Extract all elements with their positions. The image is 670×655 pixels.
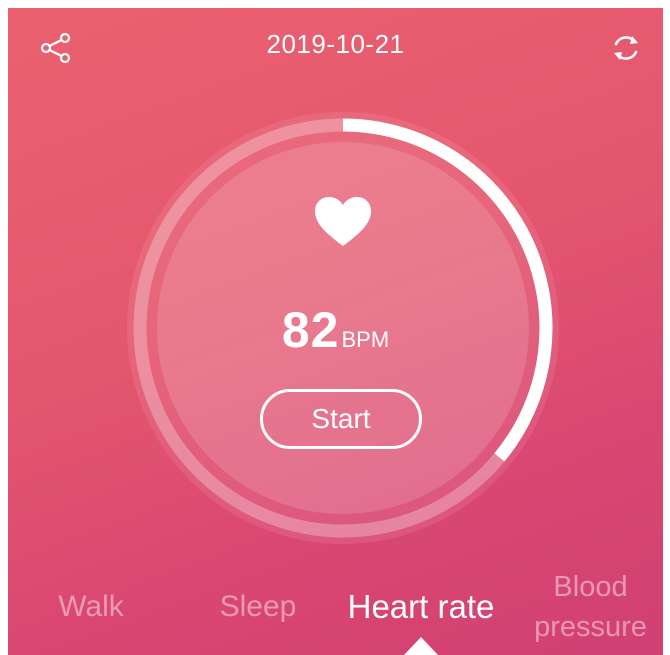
heart-icon — [315, 197, 371, 246]
refresh-icon[interactable] — [608, 30, 644, 66]
tab-sleep[interactable]: Sleep — [208, 590, 308, 624]
top-bar: 2019-10-21 — [8, 8, 663, 78]
tab-heart-rate[interactable]: Heart rate — [333, 588, 509, 626]
tab-blood-pressure-line2: pressure — [534, 611, 647, 643]
bpm-readout: 82BPM — [8, 301, 663, 359]
bpm-value: 82 — [281, 302, 340, 358]
start-button[interactable]: Start — [260, 389, 422, 449]
active-tab-indicator — [404, 637, 438, 655]
tab-walk[interactable]: Walk — [46, 590, 136, 624]
bpm-unit: BPM — [341, 327, 390, 352]
tab-blood-pressure[interactable]: Blood pressure — [518, 567, 663, 647]
heart-rate-screen: 2019-10-21 82BPM Start Walk Sleep Heart … — [8, 8, 663, 655]
tab-blood-pressure-line1: Blood — [553, 571, 628, 603]
date-label[interactable]: 2019-10-21 — [8, 29, 663, 60]
bottom-tabs: Walk Sleep Heart rate Blood pressure — [8, 563, 663, 655]
